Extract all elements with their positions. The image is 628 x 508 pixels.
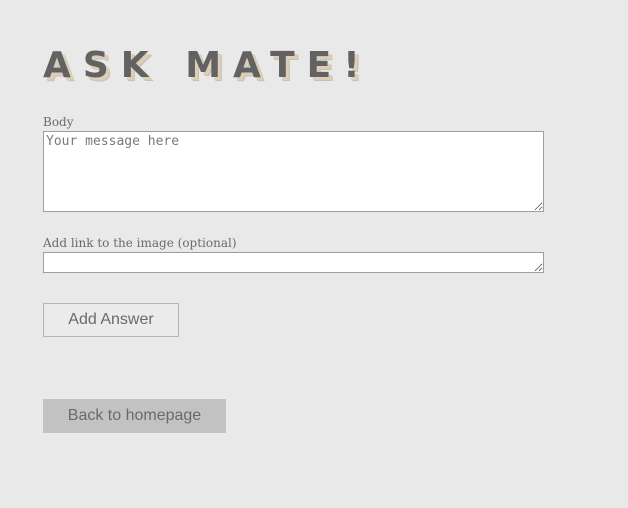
back-to-homepage-button[interactable]: Back to homepage [43, 399, 226, 433]
image-link-label: Add link to the image (optional) [43, 236, 237, 250]
add-answer-button[interactable]: Add Answer [43, 303, 179, 337]
body-textarea[interactable] [43, 131, 544, 212]
app-logo: ASK MATE! [43, 45, 372, 86]
body-label: Body [43, 115, 74, 129]
image-link-field[interactable] [43, 252, 544, 273]
